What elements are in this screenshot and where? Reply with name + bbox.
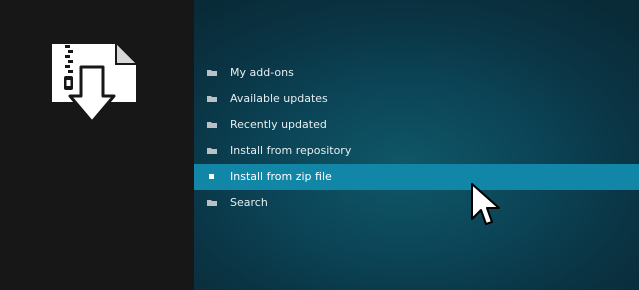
folder-icon [207,96,217,102]
menu-item-label: Recently updated [230,118,327,131]
main-panel: My add-ons Available updates Recently up… [194,0,639,290]
menu-item-my-addons[interactable]: My add-ons [194,60,639,86]
menu-item-label: Search [230,196,268,209]
menu-item-recently-updated[interactable]: Recently updated [194,112,639,138]
addon-browser-menu: My add-ons Available updates Recently up… [194,60,639,216]
zip-file-install-icon [52,44,136,124]
mouse-pointer-icon [471,183,500,225]
menu-item-install-from-zip-file[interactable]: Install from zip file [194,164,639,190]
menu-item-install-from-repository[interactable]: Install from repository [194,138,639,164]
menu-item-label: Install from repository [230,144,352,157]
folder-icon [207,148,217,154]
menu-item-label: Install from zip file [230,170,332,183]
menu-item-label: Available updates [230,92,328,105]
bullet-icon [209,174,214,179]
sidebar-panel [0,0,194,290]
folder-icon [207,200,217,206]
folder-icon [207,122,217,128]
menu-item-label: My add-ons [230,66,294,79]
menu-item-available-updates[interactable]: Available updates [194,86,639,112]
menu-item-search[interactable]: Search [194,190,639,216]
folder-icon [207,70,217,76]
